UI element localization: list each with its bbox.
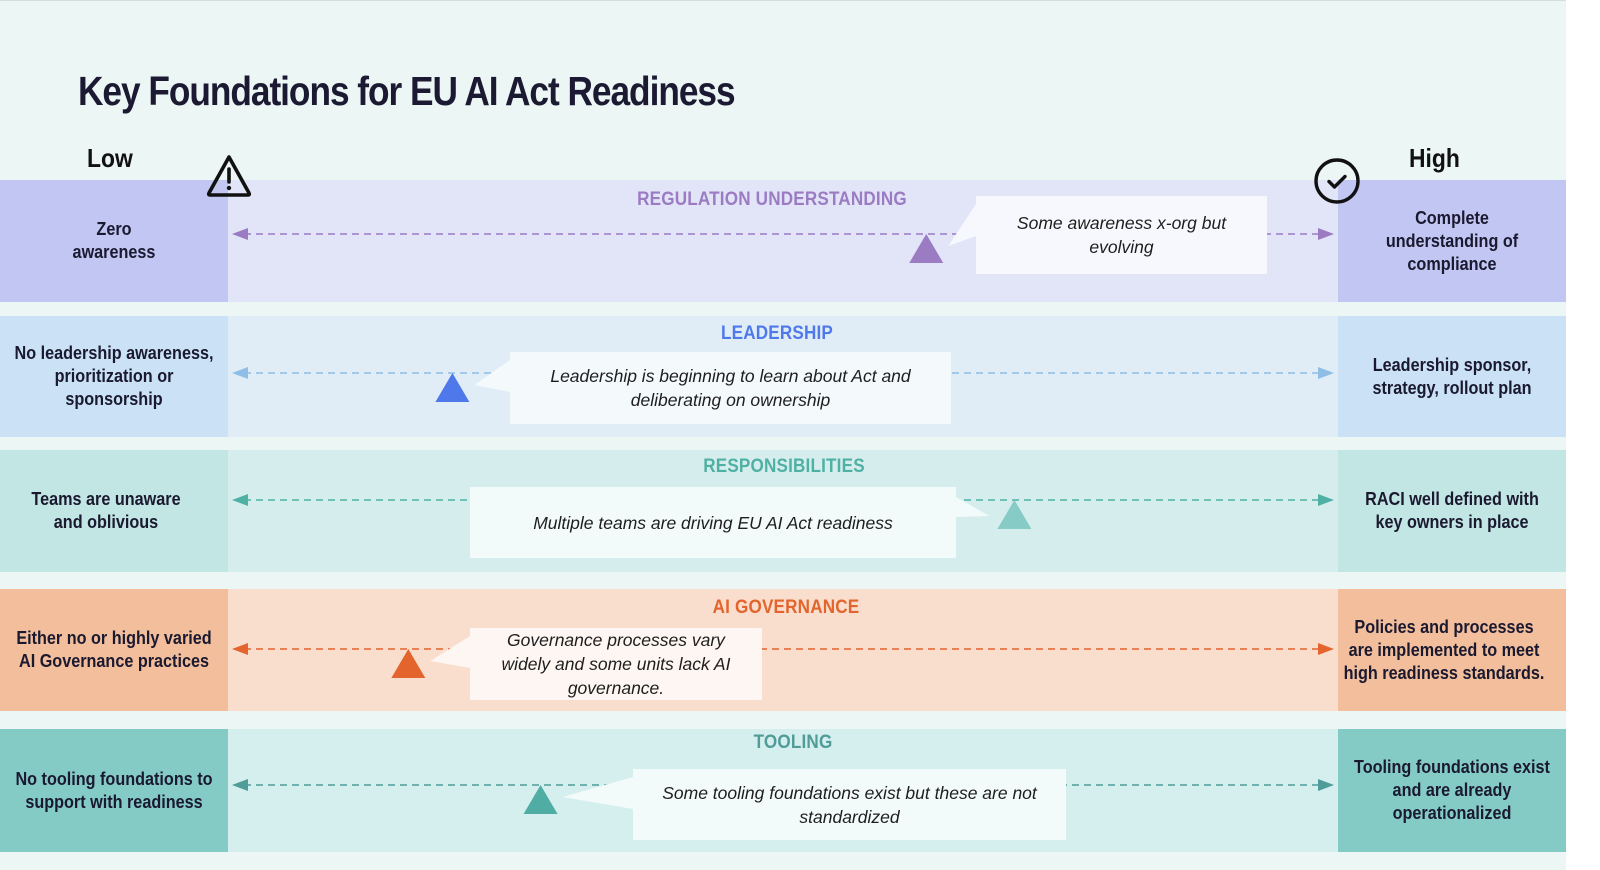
high-arrowhead <box>1318 494 1334 506</box>
assessment-track: REGULATION UNDERSTANDING Some awareness … <box>228 180 1338 302</box>
low-arrowhead <box>232 367 248 379</box>
low-state-text: No tooling foundations to support with r… <box>15 768 213 812</box>
assessment-callout: Governance processes vary widely and som… <box>470 628 762 700</box>
high-arrowhead <box>1318 643 1334 655</box>
high-scale-label: High <box>1409 143 1460 173</box>
row-leadership: No leadership awareness, prioritization … <box>0 316 1566 437</box>
high-state-text: Policies and processes are implemented t… <box>1343 616 1545 683</box>
callout-pointer <box>430 636 470 668</box>
row-title: LEADERSHIP <box>720 323 834 344</box>
callout-pointer <box>474 360 510 392</box>
readiness-marker <box>997 500 1032 529</box>
readiness-marker <box>435 373 470 402</box>
assessment-track: RESPONSIBILITIES Multiple teams are driv… <box>228 450 1338 572</box>
high-state-cell: Leadership sponsor, strategy, rollout pl… <box>1338 316 1566 437</box>
callout-pointer <box>948 204 976 246</box>
low-state-cell: No tooling foundations to support with r… <box>0 729 228 852</box>
assessment-text: Some tooling foundations exist but these… <box>662 782 1037 827</box>
high-arrowhead <box>1318 779 1334 791</box>
assessment-callout: Multiple teams are driving EU AI Act rea… <box>470 487 956 558</box>
readiness-marker <box>523 785 558 814</box>
high-arrowhead <box>1318 228 1334 240</box>
low-state-text: Zero awareness <box>72 219 156 262</box>
warning-triangle-icon <box>206 155 252 197</box>
high-state-cell: Complete understanding of compliance <box>1338 180 1566 302</box>
high-arrowhead <box>1318 367 1334 379</box>
high-state-text: Leadership sponsor, strategy, rollout pl… <box>1372 354 1532 398</box>
low-state-text: Teams are unaware and oblivious <box>31 489 181 532</box>
callout-pointer <box>956 497 990 517</box>
assessment-track: AI GOVERNANCE Governance processes vary … <box>228 589 1338 711</box>
top-border <box>0 0 1600 1</box>
right-margin <box>1566 0 1600 870</box>
row-title: REGULATION UNDERSTANDING <box>637 189 907 210</box>
readiness-marker <box>391 649 426 678</box>
row-tooling: No tooling foundations to support with r… <box>0 729 1566 852</box>
low-state-cell: Zero awareness <box>0 180 228 302</box>
assessment-text: Governance processes vary widely and som… <box>501 630 731 698</box>
low-state-text: Either no or highly varied AI Governance… <box>16 628 212 671</box>
assessment-callout: Some awareness x-org but evolving <box>976 196 1267 274</box>
low-arrowhead <box>232 494 248 506</box>
high-state-cell: Policies and processes are implemented t… <box>1338 589 1566 711</box>
low-state-cell: Teams are unaware and oblivious <box>0 450 228 572</box>
assessment-track: TOOLING Some tooling foundations exist b… <box>228 729 1338 852</box>
callout-pointer <box>562 777 633 809</box>
assessment-track: LEADERSHIP Leadership is beginning to le… <box>228 316 1338 437</box>
low-arrowhead <box>232 643 248 655</box>
assessment-callout: Some tooling foundations exist but these… <box>633 769 1066 840</box>
row-title: RESPONSIBILITIES <box>703 456 865 477</box>
check-circle-icon <box>1314 158 1360 204</box>
row-responsibilities: Teams are unaware and oblivious RESPONSI… <box>0 450 1566 572</box>
page-title: Key Foundations for EU AI Act Readiness <box>78 68 736 114</box>
low-arrowhead <box>232 228 248 240</box>
row-ai-governance: Either no or highly varied AI Governance… <box>0 589 1566 711</box>
low-state-text: No leadership awareness, prioritization … <box>14 343 214 409</box>
assessment-callout: Leadership is beginning to learn about A… <box>510 352 951 424</box>
high-state-text: Complete understanding of compliance <box>1385 207 1519 274</box>
low-arrowhead <box>232 779 248 791</box>
low-state-cell: Either no or highly varied AI Governance… <box>0 589 228 711</box>
high-state-text: RACI well defined with key owners in pla… <box>1365 489 1539 532</box>
high-state-cell: RACI well defined with key owners in pla… <box>1338 450 1566 572</box>
low-state-cell: No leadership awareness, prioritization … <box>0 316 228 437</box>
assessment-text: Some awareness x-org but evolving <box>1016 213 1227 257</box>
row-title: TOOLING <box>753 732 833 753</box>
assessment-text: Leadership is beginning to learn about A… <box>550 366 911 410</box>
low-scale-label: Low <box>87 143 133 173</box>
assessment-text: Multiple teams are driving EU AI Act rea… <box>533 512 893 533</box>
high-state-cell: Tooling foundations exist and are alread… <box>1338 729 1566 852</box>
row-title: AI GOVERNANCE <box>712 597 860 618</box>
readiness-marker <box>909 234 944 263</box>
high-state-text: Tooling foundations exist and are alread… <box>1354 757 1550 823</box>
